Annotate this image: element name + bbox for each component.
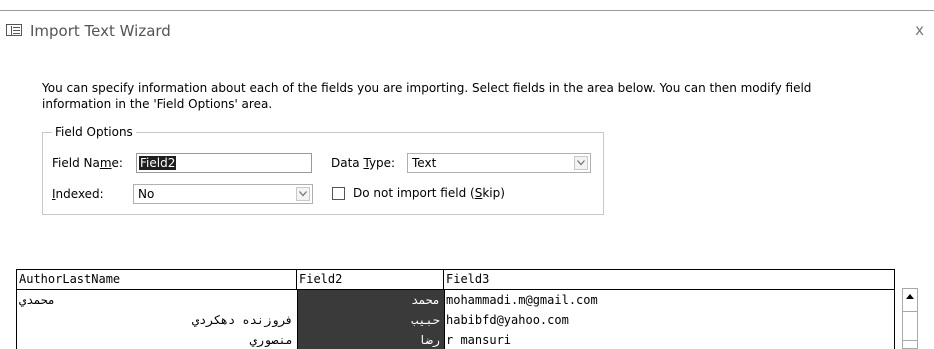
indexed-value: No bbox=[138, 187, 155, 201]
grid-header: AuthorLastName Field2 Field3 bbox=[17, 270, 894, 290]
data-type-select[interactable]: Text bbox=[407, 153, 591, 173]
grid-cell[interactable]: رضا bbox=[297, 330, 444, 349]
instructions-text: You can specify information about each o… bbox=[42, 81, 812, 111]
column-divider[interactable] bbox=[297, 290, 298, 349]
skip-field-label[interactable]: Do not import field (Skip) bbox=[353, 185, 505, 201]
table-row: منصوري رضا r mansuri bbox=[17, 330, 894, 349]
field-options-legend: Field Options bbox=[52, 124, 136, 140]
window-title: Import Text Wizard bbox=[30, 22, 171, 40]
grid-cell[interactable]: محمد bbox=[297, 290, 444, 310]
data-preview-grid[interactable]: AuthorLastName Field2 Field3 محمدي محمد … bbox=[16, 269, 895, 349]
skip-field-checkbox[interactable] bbox=[332, 187, 345, 200]
field-name-label: Field Name: bbox=[52, 156, 123, 170]
field-name-value: Field2 bbox=[139, 156, 177, 170]
table-row: محمدي محمد mohammadi.m@gmail.com bbox=[17, 290, 894, 310]
data-type-label: Data Type: bbox=[331, 156, 396, 170]
grid-cell[interactable]: mohammadi.m@gmail.com bbox=[444, 290, 894, 310]
scroll-thumb[interactable] bbox=[903, 311, 917, 341]
column-header-field2[interactable]: Field2 bbox=[297, 270, 444, 289]
column-divider[interactable] bbox=[444, 290, 445, 349]
field-options-group bbox=[42, 132, 604, 215]
table-row: فروزنده دهكردي حبيب habibfd@yahoo.com bbox=[17, 310, 894, 330]
grid-cell[interactable]: فروزنده دهكردي bbox=[17, 310, 297, 330]
chevron-down-icon[interactable] bbox=[574, 156, 588, 170]
chevron-down-icon[interactable] bbox=[296, 187, 310, 201]
vertical-scrollbar[interactable] bbox=[902, 288, 918, 349]
title-bar: Import Text Wizard x bbox=[0, 10, 934, 48]
grid-cell[interactable]: r mansuri bbox=[444, 330, 894, 349]
close-icon[interactable]: x bbox=[915, 23, 924, 38]
field-name-input[interactable]: Field2 bbox=[136, 153, 312, 173]
table-import-icon bbox=[6, 24, 22, 36]
grid-cell[interactable]: منصوري bbox=[17, 330, 297, 349]
grid-cell[interactable]: محمدي bbox=[17, 290, 297, 310]
indexed-label: Indexed: bbox=[52, 187, 104, 201]
data-type-value: Text bbox=[412, 156, 437, 170]
scroll-up-button[interactable] bbox=[903, 289, 917, 305]
triangle-up-icon bbox=[906, 294, 914, 299]
grid-cell[interactable]: habibfd@yahoo.com bbox=[444, 310, 894, 330]
indexed-select[interactable]: No bbox=[133, 184, 313, 204]
column-header-field3[interactable]: Field3 bbox=[444, 270, 894, 289]
grid-cell[interactable]: حبيب bbox=[297, 310, 444, 330]
column-header-authorlastname[interactable]: AuthorLastName bbox=[17, 270, 297, 289]
